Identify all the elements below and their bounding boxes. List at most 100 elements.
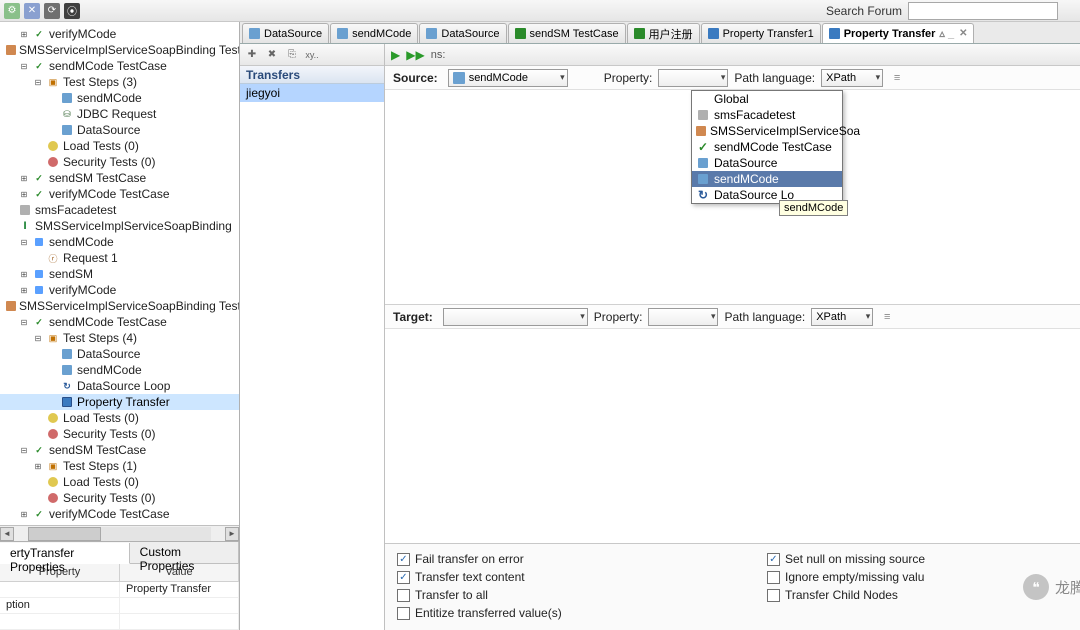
tree-node[interactable]: smsFacadetest (0, 202, 239, 218)
expand-icon[interactable] (46, 92, 58, 104)
prop-cell[interactable]: ption (0, 598, 120, 613)
tree-node[interactable]: ⊟✓sendMCode TestCase (0, 58, 239, 74)
tree-node[interactable]: ⊞✓sendSM TestCase (0, 170, 239, 186)
tree-node[interactable]: ISMSServiceImplServiceSoapBinding (0, 218, 239, 234)
scroll-right-icon[interactable]: ► (225, 527, 239, 541)
tree-node[interactable]: ⓡRequest 1 (0, 250, 239, 266)
expand-icon[interactable] (32, 156, 44, 168)
tree-node[interactable]: ⊞✓verifyMCode TestCase (0, 186, 239, 202)
tree-node[interactable]: sendMCode (0, 90, 239, 106)
editor-tab[interactable]: DataSource (242, 23, 329, 43)
dropdown-item[interactable]: sendMCode (692, 171, 842, 187)
expand-icon[interactable]: ⊟ (18, 60, 30, 72)
tree-node[interactable]: sendMCode (0, 362, 239, 378)
expand-icon[interactable] (4, 220, 16, 232)
tree-node[interactable]: DataSource (0, 346, 239, 362)
tree-node[interactable]: ⊟✓sendSM TestCase (0, 442, 239, 458)
tree-node[interactable]: Load Tests (0) (0, 138, 239, 154)
expand-icon[interactable] (46, 108, 58, 120)
tree-scrollbar[interactable]: ◄ ► (0, 525, 239, 541)
expand-icon[interactable]: ⊞ (18, 28, 30, 40)
expand-icon[interactable] (32, 252, 44, 264)
dropdown-item[interactable]: Global (692, 91, 842, 107)
expand-icon[interactable]: ⊞ (32, 460, 44, 472)
expand-icon[interactable] (46, 348, 58, 360)
tab-close-icon[interactable]: ✕ (959, 28, 967, 39)
expand-icon[interactable]: ⊟ (32, 76, 44, 88)
tree-node[interactable]: Security Tests (0) (0, 490, 239, 506)
dropdown-item[interactable]: smsFacadetest (692, 107, 842, 123)
tree-node[interactable]: ⛁JDBC Request (0, 106, 239, 122)
tab-min-icon[interactable]: ▵ _ (939, 27, 954, 40)
tool-icon-3[interactable]: ⟳ (44, 3, 60, 19)
tree-node[interactable]: Load Tests (0) (0, 474, 239, 490)
editor-tab[interactable]: Property Transfer1 (701, 23, 821, 43)
editor-tab[interactable]: sendMCode (330, 23, 418, 43)
transfer-item[interactable]: jiegyoi (240, 84, 384, 102)
tree-node[interactable]: SMSServiceImplServiceSoapBinding TestSui… (0, 298, 239, 314)
source-step-combo[interactable]: sendMCode (448, 69, 568, 87)
tree-node[interactable]: ⊞sendSM (0, 266, 239, 282)
source-property-combo[interactable] (658, 69, 728, 87)
expand-icon[interactable] (4, 204, 16, 216)
value-cell[interactable] (120, 598, 239, 613)
rename-transfer-icon[interactable]: xy.. (304, 47, 320, 63)
search-forum-input[interactable] (908, 2, 1058, 20)
expand-icon[interactable] (46, 396, 58, 408)
expand-icon[interactable]: ⊞ (18, 268, 30, 280)
add-transfer-icon[interactable]: ✚ (244, 47, 260, 63)
source-lang-combo[interactable]: XPath (821, 69, 883, 87)
expand-icon[interactable]: ⊞ (18, 172, 30, 184)
checkbox[interactable] (397, 553, 410, 566)
tree-node[interactable]: ⊞▣Test Steps (1) (0, 458, 239, 474)
tree-node[interactable]: ⊞verifyMCode (0, 282, 239, 298)
checkbox[interactable] (397, 607, 410, 620)
checkbox[interactable] (397, 571, 410, 584)
tree-node[interactable]: ⊟▣Test Steps (3) (0, 74, 239, 90)
run-icon[interactable]: ▶ (391, 48, 400, 62)
tree-node[interactable]: DataSource (0, 122, 239, 138)
tree-node[interactable]: ⊞✓verifyMCode (0, 26, 239, 42)
source-wizard-icon[interactable]: ≡ (889, 70, 905, 86)
expand-icon[interactable] (32, 492, 44, 504)
target-editor[interactable] (385, 329, 1080, 543)
expand-icon[interactable] (32, 428, 44, 440)
expand-icon[interactable]: ⊞ (18, 284, 30, 296)
expand-icon[interactable] (32, 140, 44, 152)
tree-node[interactable]: ⊟▣Test Steps (4) (0, 330, 239, 346)
editor-tab[interactable]: DataSource (419, 23, 506, 43)
expand-icon[interactable]: ⊟ (18, 236, 30, 248)
project-tree[interactable]: ⊞✓verifyMCodeSMSServiceImplServiceSoapBi… (0, 22, 239, 525)
dropdown-item[interactable]: ✓sendMCode TestCase (692, 139, 842, 155)
tree-node[interactable]: ⊟✓sendMCode TestCase (0, 314, 239, 330)
source-step-dropdown[interactable]: GlobalsmsFacadetestSMSServiceImplService… (691, 90, 843, 204)
editor-tab[interactable]: sendSM TestCase (508, 23, 626, 43)
tree-node[interactable]: Property Transfer (0, 394, 239, 410)
target-property-combo[interactable] (648, 308, 718, 326)
ns-label[interactable]: ns: (431, 49, 446, 61)
run-all-icon[interactable]: ▶▶ (406, 48, 424, 62)
editor-tab[interactable]: 用户注册 (627, 23, 700, 43)
tool-icon-1[interactable]: ⚙ (4, 3, 20, 19)
value-cell[interactable]: Property Transfer (120, 582, 239, 597)
expand-icon[interactable]: ⊟ (32, 332, 44, 344)
tree-node[interactable]: Security Tests (0) (0, 154, 239, 170)
checkbox[interactable] (767, 553, 780, 566)
tree-node[interactable]: ⊞✓verifyMCode TestCase (0, 506, 239, 522)
prop-cell[interactable] (0, 582, 120, 597)
expand-icon[interactable] (46, 124, 58, 136)
remove-transfer-icon[interactable]: ✖ (264, 47, 280, 63)
expand-icon[interactable] (46, 380, 58, 392)
expand-icon[interactable] (32, 412, 44, 424)
expand-icon[interactable]: ⊞ (18, 188, 30, 200)
editor-tab[interactable]: Property Transfer▵ _✕ (822, 23, 975, 43)
tree-node[interactable]: Load Tests (0) (0, 410, 239, 426)
checkbox[interactable] (767, 571, 780, 584)
target-lang-combo[interactable]: XPath (811, 308, 873, 326)
expand-icon[interactable] (32, 476, 44, 488)
target-step-combo[interactable] (443, 308, 588, 326)
dropdown-item[interactable]: SMSServiceImplServiceSoa (692, 123, 842, 139)
tree-node[interactable]: SMSServiceImplServiceSoapBinding TestSui… (0, 42, 239, 58)
tool-icon-4[interactable]: ⦿ (64, 3, 80, 19)
copy-transfer-icon[interactable]: ⎘ (284, 47, 300, 63)
